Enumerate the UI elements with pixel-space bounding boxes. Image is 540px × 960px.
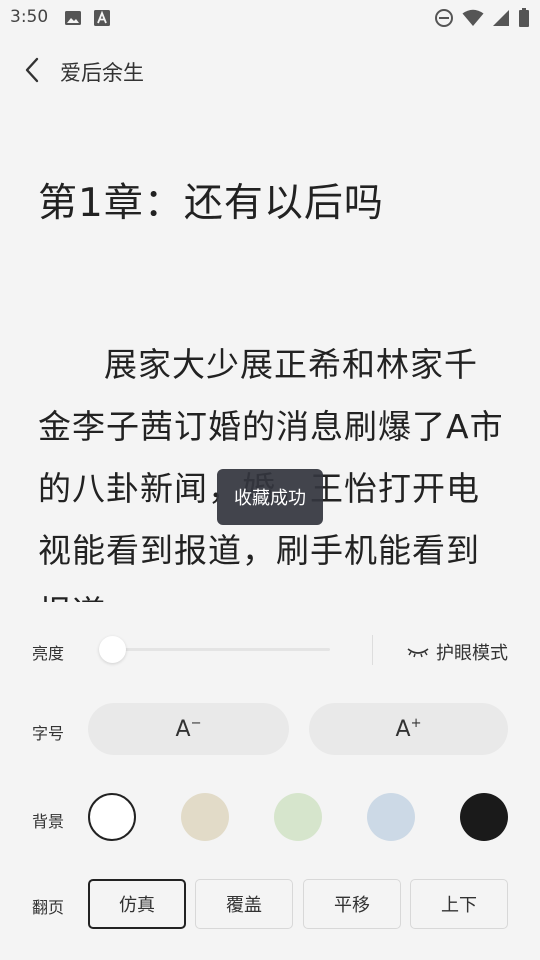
status-time: 3:50 bbox=[10, 7, 49, 27]
reading-area[interactable]: 第1章：还有以后吗 展家大少展正希和林家千金李子茜订婚的消息刷爆了A市的八卦新闻… bbox=[0, 96, 540, 602]
reader-header: 爱后余生 bbox=[0, 44, 540, 96]
page-turn-slide-button[interactable]: 平移 bbox=[303, 879, 401, 929]
background-beige-option[interactable] bbox=[181, 793, 229, 841]
chevron-left-icon bbox=[24, 57, 40, 83]
page-turn-vertical-button[interactable]: 上下 bbox=[410, 879, 508, 929]
battery-icon bbox=[518, 8, 530, 28]
page-turn-option-label: 上下 bbox=[441, 895, 477, 916]
toast-message: 收藏成功 bbox=[217, 469, 323, 525]
signal-icon bbox=[492, 9, 510, 27]
background-green-option[interactable] bbox=[274, 793, 322, 841]
font-decrease-sign: − bbox=[190, 715, 202, 731]
font-increase-button[interactable]: A + bbox=[309, 703, 508, 755]
chapter-title: 第1章：还有以后吗 bbox=[38, 181, 384, 226]
chapter-body: 展家大少展正希和林家千金李子茜订婚的消息刷爆了A市的八卦新闻，婚。王怡打开电视能… bbox=[38, 345, 504, 602]
back-button[interactable] bbox=[18, 54, 46, 86]
book-title: 爱后余生 bbox=[60, 61, 144, 85]
background-label: 背景 bbox=[32, 812, 65, 831]
page-turn-simulation-button[interactable]: 仿真 bbox=[88, 879, 186, 929]
wifi-icon bbox=[462, 9, 484, 27]
font-decrease-glyph: A bbox=[175, 716, 191, 742]
page-turn-option-label: 平移 bbox=[334, 895, 370, 916]
status-bar: 3:50 bbox=[0, 0, 540, 36]
background-white-option[interactable] bbox=[88, 793, 136, 841]
closed-eye-icon bbox=[406, 645, 430, 659]
toast-text: 收藏成功 bbox=[234, 488, 306, 509]
background-blue-option[interactable] bbox=[367, 793, 415, 841]
font-increase-glyph: A bbox=[395, 716, 411, 742]
font-increase-sign: + bbox=[410, 715, 422, 731]
eye-protection-toggle[interactable]: 护眼模式 bbox=[406, 639, 508, 665]
divider bbox=[372, 635, 373, 665]
eye-mode-label: 护眼模式 bbox=[436, 643, 508, 664]
reader-settings-panel: 亮度 护眼模式 字号 A − A + 背景 翻页 仿真 覆盖 平移 上下 bbox=[0, 602, 540, 960]
page-turn-option-label: 覆盖 bbox=[226, 895, 262, 916]
text-a-icon bbox=[94, 9, 110, 27]
page-turn-option-label: 仿真 bbox=[119, 895, 155, 916]
brightness-slider-thumb[interactable] bbox=[99, 636, 126, 663]
font-decrease-button[interactable]: A − bbox=[88, 703, 289, 755]
page-turn-cover-button[interactable]: 覆盖 bbox=[195, 879, 293, 929]
image-icon bbox=[64, 9, 82, 27]
font-size-label: 字号 bbox=[32, 724, 65, 743]
brightness-label: 亮度 bbox=[32, 644, 65, 663]
page-turn-label: 翻页 bbox=[32, 898, 65, 917]
background-black-option[interactable] bbox=[460, 793, 508, 841]
do-not-disturb-icon bbox=[434, 8, 454, 28]
brightness-slider[interactable] bbox=[112, 648, 330, 651]
